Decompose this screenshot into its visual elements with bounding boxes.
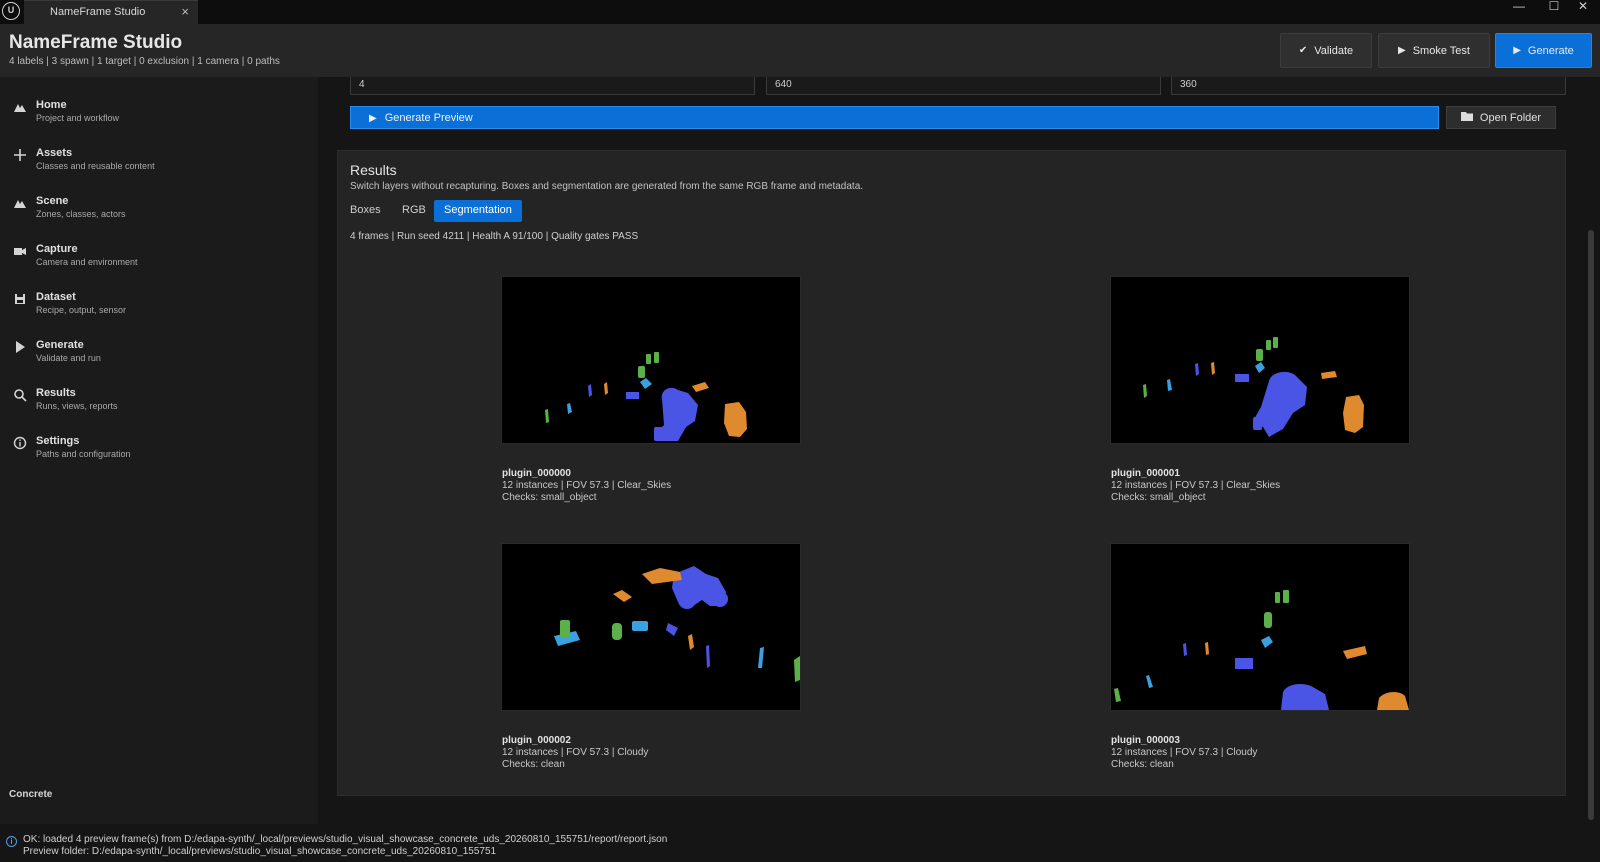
sidebar-item-assets[interactable]: Assets Classes and reusable content: [0, 145, 318, 185]
generate-button[interactable]: ▶ Generate: [1495, 33, 1592, 68]
check-icon: ✔: [1298, 45, 1308, 56]
mountain-icon: [13, 100, 27, 114]
main-content: 4 640 360 ▶ Generate Preview Open Folder …: [318, 77, 1600, 824]
plus-icon: [13, 148, 27, 162]
sidebar-item-sub: Paths and configuration: [36, 449, 131, 459]
close-window-button[interactable]: ✕: [1566, 0, 1600, 14]
sidebar-item-sub: Classes and reusable content: [36, 161, 155, 171]
validate-button-label: Validate: [1314, 44, 1354, 57]
segmentation-preview-image[interactable]: [501, 276, 801, 444]
sidebar-item-settings[interactable]: Settings Paths and configuration: [0, 433, 318, 473]
save-icon: [13, 292, 27, 306]
run-summary: 4 frames | Run seed 4211 | Health A 91/1…: [350, 231, 639, 242]
generate-preview-label: Generate Preview: [384, 112, 473, 124]
smoke-test-button-label: Smoke Test: [1412, 44, 1470, 57]
generate-button-label: Generate: [1527, 44, 1574, 57]
sidebar-item-label: Settings: [36, 435, 80, 447]
frame-checks: Checks: clean: [1111, 759, 1174, 770]
mountain-icon: [13, 196, 27, 210]
play-icon: ▶: [369, 113, 377, 124]
frame-meta: 12 instances | FOV 57.3 | Clear_Skies: [502, 480, 672, 491]
info-icon: i: [6, 836, 17, 847]
segmentation-preview-image[interactable]: [1110, 276, 1410, 444]
play-icon: ▶: [1398, 45, 1406, 56]
sidebar-item-home[interactable]: Home Project and workflow: [0, 97, 318, 137]
play-icon: ▶: [1513, 45, 1521, 56]
sidebar-item-generate[interactable]: Generate Validate and run: [0, 337, 318, 377]
frame-checks: Checks: small_object: [502, 492, 597, 503]
sidebar-item-label: Scene: [36, 195, 69, 207]
frame-meta: 12 instances | FOV 57.3 | Cloudy: [1111, 747, 1258, 758]
sidebar-item-dataset[interactable]: Dataset Recipe, output, sensor: [0, 289, 318, 329]
sidebar-item-label: Generate: [36, 339, 84, 351]
results-description: Switch layers without recapturing. Boxes…: [350, 181, 864, 192]
open-folder-button[interactable]: Open Folder: [1446, 106, 1556, 129]
sidebar-item-label: Assets: [36, 147, 73, 159]
tab-boxes[interactable]: Boxes: [340, 200, 391, 222]
sidebar-item-sub: Project and workflow: [36, 113, 120, 123]
frame-meta: 12 instances | FOV 57.3 | Clear_Skies: [1111, 480, 1281, 491]
project-stats: 4 labels | 3 spawn | 1 target | 0 exclus…: [9, 56, 280, 67]
segmentation-preview-image[interactable]: [1110, 543, 1410, 711]
sidebar-item-sub: Validate and run: [36, 353, 101, 363]
status-preview-folder: Preview folder: D:/edapa-synth/_local/pr…: [23, 846, 497, 857]
sidebar-item-capture[interactable]: Capture Camera and environment: [0, 241, 318, 281]
frame-card[interactable]: plugin_000003 12 instances | FOV 57.3 | …: [1110, 543, 1410, 770]
frame-card[interactable]: plugin_000000 12 instances | FOV 57.3 | …: [501, 276, 801, 503]
segmentation-preview-image[interactable]: [501, 543, 801, 711]
sidebar-item-sub: Recipe, output, sensor: [36, 305, 127, 315]
frame-name: plugin_000003: [1111, 735, 1180, 746]
document-tab[interactable]: NameFrame Studio ×: [24, 0, 198, 24]
height-field[interactable]: 360: [1171, 77, 1566, 95]
app-title: NameFrame Studio: [9, 32, 183, 53]
tab-rgb[interactable]: RGB: [392, 200, 436, 222]
frame-card[interactable]: plugin_000002 12 instances | FOV 57.3 | …: [501, 543, 801, 770]
theme-label: Concrete: [9, 789, 53, 800]
sidebar-item-label: Capture: [36, 243, 78, 255]
frame-count-field[interactable]: 4: [350, 77, 755, 95]
smoke-test-button[interactable]: ▶ Smoke Test: [1378, 33, 1490, 68]
app-window: U NameFrame Studio × — ☐ ✕ NameFrame Stu…: [0, 0, 1600, 862]
status-message: OK: loaded 4 preview frame(s) from D:/ed…: [23, 834, 668, 845]
folder-icon: [1460, 111, 1474, 125]
sidebar-item-label: Dataset: [36, 291, 76, 303]
title-bar: U NameFrame Studio × — ☐ ✕: [0, 0, 1600, 24]
validate-button[interactable]: ✔ Validate: [1280, 33, 1372, 68]
frame-checks: Checks: clean: [502, 759, 565, 770]
results-title: Results: [350, 162, 397, 178]
generate-preview-button[interactable]: ▶ Generate Preview: [350, 106, 1439, 129]
sidebar-item-label: Home: [36, 99, 67, 111]
width-field[interactable]: 640: [766, 77, 1161, 95]
frame-meta: 12 instances | FOV 57.3 | Cloudy: [502, 747, 649, 758]
search-icon: [13, 388, 27, 402]
frame-name: plugin_000002: [502, 735, 571, 746]
frame-checks: Checks: small_object: [1111, 492, 1206, 503]
sidebar-item-sub: Runs, views, reports: [36, 401, 118, 411]
sidebar-item-sub: Zones, classes, actors: [36, 209, 126, 219]
open-folder-label: Open Folder: [1479, 111, 1542, 124]
frame-card[interactable]: plugin_000001 12 instances | FOV 57.3 | …: [1110, 276, 1410, 503]
results-panel: Results Switch layers without recapturin…: [337, 150, 1566, 796]
main-scrollbar[interactable]: [1588, 230, 1594, 820]
minimize-button[interactable]: —: [1502, 0, 1536, 14]
tab-segmentation[interactable]: Segmentation: [434, 200, 522, 222]
app-header: NameFrame Studio 4 labels | 3 spawn | 1 …: [0, 24, 1600, 77]
sidebar-item-sub: Camera and environment: [36, 257, 138, 267]
sidebar-item-results[interactable]: Results Runs, views, reports: [0, 385, 318, 425]
sidebar-item-scene[interactable]: Scene Zones, classes, actors: [0, 193, 318, 233]
status-bar: i OK: loaded 4 preview frame(s) from D:/…: [0, 824, 1600, 862]
frame-name: plugin_000001: [1111, 468, 1180, 479]
camera-icon: [13, 244, 27, 258]
engine-logo-icon: U: [0, 0, 22, 22]
sidebar-item-label: Results: [36, 387, 76, 399]
document-tab-label: NameFrame Studio: [50, 6, 146, 18]
sidebar: Home Project and workflow Assets Classes…: [0, 77, 318, 824]
frame-name: plugin_000000: [502, 468, 571, 479]
info-icon: [13, 436, 27, 450]
play-icon: [13, 340, 27, 354]
tab-close-icon[interactable]: ×: [181, 4, 189, 19]
